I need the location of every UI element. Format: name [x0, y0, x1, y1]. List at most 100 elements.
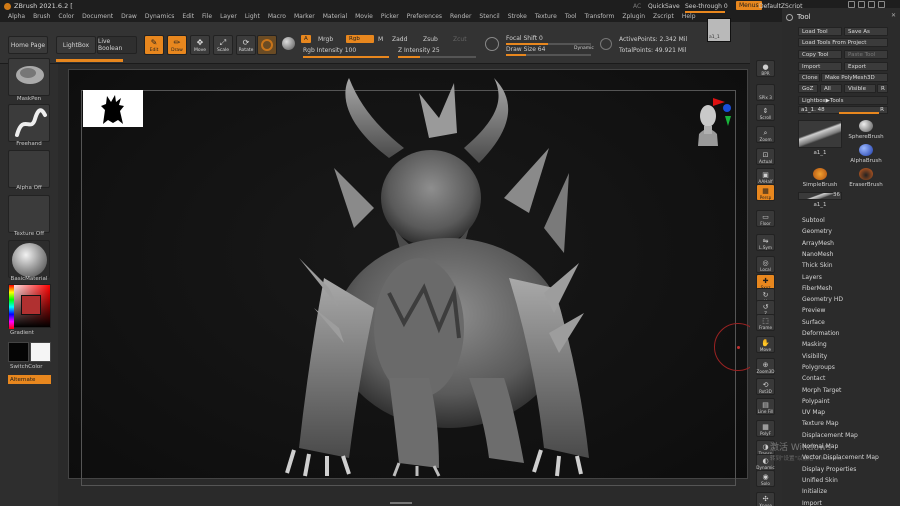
shelf-move-button[interactable]: ✋ Move	[756, 336, 775, 353]
lightbox-tools-button[interactable]: Lightbox▶Tools	[798, 96, 888, 105]
alternate-button[interactable]: Alternate	[8, 375, 51, 384]
subpalette-uv-map[interactable]: UV Map	[802, 409, 825, 416]
menu-file[interactable]: File	[202, 13, 212, 20]
m-toggle[interactable]: M	[378, 36, 383, 43]
alpha-thumbnail[interactable]	[8, 150, 50, 188]
subpalette-nanomesh[interactable]: NanoMesh	[802, 251, 833, 258]
menu-brush[interactable]: Brush	[33, 13, 50, 20]
copy-tool-button[interactable]: Copy Tool	[798, 50, 842, 59]
scale-tool-button[interactable]: ⤢ Scale	[213, 35, 233, 55]
subpalette-initialize[interactable]: Initialize	[802, 488, 827, 495]
shelf-bpr-button[interactable]: ● BPR	[756, 60, 775, 77]
tool-thumb-a1-1[interactable]: a1_1	[798, 120, 842, 156]
zcut-toggle[interactable]: Zcut	[453, 36, 467, 43]
subpalette-arraymesh[interactable]: ArrayMesh	[802, 240, 834, 247]
material-swatch-icon[interactable]	[282, 37, 295, 50]
subpalette-masking[interactable]: Masking	[802, 341, 827, 348]
mrgb-toggle[interactable]: Mrgb	[318, 36, 333, 43]
load-from-project-button[interactable]: Load Tools From Project	[798, 38, 888, 47]
current-brush-thumbnail[interactable]	[8, 58, 50, 96]
menu-picker[interactable]: Picker	[381, 13, 399, 20]
shelf-persp-button[interactable]: ▦ Persp	[756, 184, 775, 201]
edit-tool-button[interactable]: ✎ Edit	[144, 35, 164, 55]
clone-button[interactable]: Clone	[798, 73, 820, 82]
subpalette-visibility[interactable]: Visibility	[802, 353, 827, 360]
menu-color[interactable]: Color	[58, 13, 74, 20]
zadd-toggle[interactable]: Zadd	[392, 36, 407, 43]
subpalette-deformation[interactable]: Deformation	[802, 330, 839, 337]
goz-r-button[interactable]: R	[877, 84, 888, 93]
shelf-polyf-button[interactable]: ▦ PolyF	[756, 420, 775, 437]
menu-help[interactable]: Help	[682, 13, 696, 20]
menu-document[interactable]: Document	[82, 13, 113, 20]
move-tool-button[interactable]: ✥ Move	[190, 35, 210, 55]
rotate-tool-button[interactable]: ⟳ Rotate	[236, 35, 256, 55]
menu-layer[interactable]: Layer	[220, 13, 237, 20]
menu-tool[interactable]: Tool	[565, 13, 577, 20]
shelf-local-button[interactable]: ◎ Local	[756, 256, 775, 273]
maximize-icon[interactable]	[868, 1, 875, 8]
draw-size-slider[interactable]	[506, 54, 591, 56]
focal-shift-icon[interactable]	[485, 37, 499, 51]
shelf-zoom3d-button[interactable]: ⊕ Zoom3D	[756, 358, 775, 375]
main-color-swatch[interactable]	[8, 342, 29, 362]
draw-tool-button[interactable]: ✏ Draw	[167, 35, 187, 55]
menu-zscript[interactable]: Zscript	[653, 13, 674, 20]
subpalette-displacement-map[interactable]: Displacement Map	[802, 432, 858, 439]
navigator-thumbnail[interactable]	[83, 90, 143, 127]
menu-edit[interactable]: Edit	[182, 13, 194, 20]
subpalette-layers[interactable]: Layers	[802, 274, 822, 281]
menu-zplugin[interactable]: Zplugin	[622, 13, 645, 20]
save-as-button[interactable]: Save As	[844, 27, 888, 36]
live-boolean-button[interactable]: Live Boolean	[97, 36, 137, 54]
export-button[interactable]: Export	[844, 62, 888, 71]
shelf-rot3d-button[interactable]: ⟲ Rot3D	[756, 378, 775, 395]
rgb-intensity-slider[interactable]	[303, 56, 389, 58]
dynamic-size-toggle[interactable]: Dynamic	[574, 46, 594, 51]
menu-light[interactable]: Light	[245, 13, 260, 20]
material-sphere-button[interactable]	[257, 35, 277, 55]
make-polymesh-button[interactable]: Make PolyMesh3D	[821, 73, 888, 82]
lightbox-button[interactable]: LightBox	[56, 36, 96, 54]
shelf-actual-button[interactable]: ⊡ Actual	[756, 148, 775, 165]
tool-thumb-simplebrush[interactable]: SimpleBrush	[798, 168, 842, 188]
z-intensity-slider[interactable]	[398, 56, 476, 58]
subpalette-unified-skin[interactable]: Unified Skin	[802, 477, 838, 484]
menu-macro[interactable]: Macro	[268, 13, 286, 20]
shelf-l-sym-button[interactable]: ⇋ L.Sym	[756, 234, 775, 251]
menu-stencil[interactable]: Stencil	[479, 13, 499, 20]
load-tool-button[interactable]: Load Tool	[798, 27, 842, 36]
current-tool-slider[interactable]: a1_1. 48 R	[798, 106, 888, 114]
focal-shift-slider[interactable]	[506, 43, 591, 45]
close-icon[interactable]	[878, 1, 885, 8]
shelf-solo-button[interactable]: ◉ Solo	[756, 470, 775, 487]
subpalette-preview[interactable]: Preview	[802, 307, 825, 314]
menu-render[interactable]: Render	[450, 13, 471, 20]
orientation-head-icon[interactable]	[691, 94, 731, 150]
focal-shift-label[interactable]: Focal Shift 0	[506, 35, 543, 42]
hue-strip[interactable]	[9, 285, 14, 329]
minimize-icon[interactable]	[858, 1, 865, 8]
tool-thumb-eraserbrush[interactable]: EraserBrush	[844, 168, 888, 188]
subpalette-texture-map[interactable]: Texture Map	[802, 420, 839, 427]
menu-texture[interactable]: Texture	[535, 13, 557, 20]
gradient-toggle[interactable]: Gradient	[10, 330, 34, 336]
shelf-zoom-button[interactable]: ⌕ Zoom	[756, 126, 775, 143]
menu-marker[interactable]: Marker	[294, 13, 315, 20]
switch-color-button[interactable]: SwitchColor	[10, 364, 43, 370]
shelf-frame-button[interactable]: ⬚ Frame	[756, 314, 775, 331]
subpalette-contact[interactable]: Contact	[802, 375, 825, 382]
subpalette-morph-target[interactable]: Morph Target	[802, 387, 841, 394]
see-through-slider[interactable]: See-through 0	[685, 3, 728, 13]
goz-all-button[interactable]: All	[820, 84, 842, 93]
current-tool-swatch[interactable]: a1_1	[707, 18, 731, 42]
texture-thumbnail[interactable]	[8, 195, 50, 233]
layout-icon[interactable]	[848, 1, 855, 8]
viewport-canvas[interactable]	[68, 69, 762, 486]
subpalette-display-properties[interactable]: Display Properties	[802, 466, 856, 473]
subpalette-thick-skin[interactable]: Thick Skin	[802, 262, 833, 269]
quicksave-button[interactable]: QuickSave	[648, 3, 680, 10]
import-button[interactable]: Import	[798, 62, 842, 71]
menu-draw[interactable]: Draw	[121, 13, 137, 20]
shelf-xpose-button[interactable]: ✣ Xpose	[756, 492, 775, 506]
